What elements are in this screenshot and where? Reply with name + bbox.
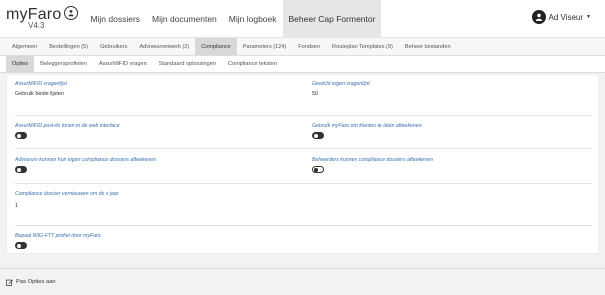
options-panel: AssurMiFID vragenlijst Gebruik beide lij… (6, 74, 599, 254)
subtab-assurmifid-vragen[interactable]: AssurMiFID vragen (93, 56, 153, 72)
nav-mijn-dossiers[interactable]: Mijn dossiers (84, 0, 146, 38)
wig-toggle[interactable] (15, 242, 27, 249)
wig-label: Bepaal WIG-FTT profiel door myFaro (15, 233, 101, 239)
edit-options-button[interactable]: Pas Opties aan (16, 279, 56, 285)
beheerders-toggle[interactable] (312, 166, 324, 173)
user-avatar-icon (531, 10, 546, 24)
postits-toggle[interactable] (15, 132, 27, 139)
tab-compliance[interactable]: Compliance (195, 38, 237, 55)
subtab-beleggersprofielen[interactable]: Beleggersprofielen (34, 56, 93, 72)
wig-field: Bepaal WIG-FTT profiel door myFaro (15, 233, 101, 249)
edit-icon (6, 279, 13, 286)
divider (15, 115, 592, 116)
tab-beheer-bestanden[interactable]: Beheer bestanden (399, 38, 457, 55)
tab-routeplan-templates[interactable]: Routeplan Templates (9) (326, 38, 399, 55)
tab-algemeen[interactable]: Algemeen (6, 38, 43, 55)
gewicht-label: Gewicht eigen vragenlijst (312, 81, 370, 87)
adviseurs-label: Adviseurs kunnen hun eigen compliance do… (15, 157, 157, 163)
caret-down-icon: ▼ (586, 14, 591, 20)
vernieuwen-label: Compliance dossier vernieuwen om de x ja… (15, 191, 119, 197)
assur-value: Gebruik beide lijsten (15, 91, 64, 97)
tab-adviseurnetwerk[interactable]: Adviseurnetwerk (2) (133, 38, 195, 55)
user-name: Ad Viseur (548, 12, 584, 22)
klanten-toggle[interactable] (312, 132, 324, 139)
gewicht-value: 50 (312, 91, 318, 97)
app-version: V4.3 (28, 21, 45, 30)
divider (15, 225, 592, 226)
adviseurs-toggle[interactable] (15, 166, 27, 173)
subtab-standaard-oplossingen[interactable]: Standaard oplossingen (153, 56, 222, 72)
secondary-tabs: Opties Beleggersprofielen AssurMiFID vra… (0, 56, 605, 73)
vernieuwen-field: Compliance dossier vernieuwen om de x ja… (15, 191, 119, 209)
subtab-opties[interactable]: Opties (6, 56, 35, 72)
tab-bestellingen[interactable]: Bestellingen (5) (43, 38, 94, 55)
tab-gebruikers[interactable]: Gebruikers (94, 38, 133, 55)
gewicht-field: Gewicht eigen vragenlijst 50 (312, 81, 370, 97)
vernieuwen-value: 1 (15, 203, 18, 209)
person-circle-icon (64, 6, 79, 20)
beheerders-field: Beheerders kunnen compliance dossiers af… (312, 157, 433, 173)
adviseurs-field: Adviseurs kunnen hun eigen compliance do… (15, 157, 156, 173)
user-menu[interactable]: Ad Viseur ▼ (531, 10, 591, 24)
nav-mijn-documenten[interactable]: Mijn documenten (146, 0, 223, 38)
beheerders-label: Beheerders kunnen compliance dossiers af… (312, 157, 433, 163)
tab-fondsen[interactable]: Fondsen (292, 38, 326, 55)
postits-label: AssurMiFID post-its tonen in de web inte… (15, 123, 120, 129)
assur-field: AssurMiFID vragenlijst Gebruik beide lij… (15, 81, 67, 97)
assur-label: AssurMiFID vragenlijst (15, 81, 67, 87)
footer-bar: Pas Opties aan (0, 268, 605, 295)
klanten-label: Gebruik myFaro om klanten te laten aftee… (312, 123, 422, 129)
klanten-field: Gebruik myFaro om klanten te laten aftee… (312, 123, 422, 139)
postits-field: AssurMiFID post-its tonen in de web inte… (15, 123, 120, 139)
primary-tabs: Algemeen Bestellingen (5) Gebruikers Adv… (0, 38, 605, 56)
nav-beheer[interactable]: Beheer Cap Formentor (282, 0, 382, 38)
nav-mijn-logboek[interactable]: Mijn logboek (223, 0, 283, 38)
app-logo[interactable]: myFaro V4.3 (6, 6, 79, 30)
divider (15, 148, 592, 149)
top-navbar: myFaro V4.3 Mijn dossiers Mijn documente… (0, 0, 605, 38)
subtab-compliance-teksten[interactable]: Compliance teksten (222, 56, 283, 72)
divider (15, 183, 592, 184)
tab-parameters[interactable]: Parameters (124) (237, 38, 293, 55)
